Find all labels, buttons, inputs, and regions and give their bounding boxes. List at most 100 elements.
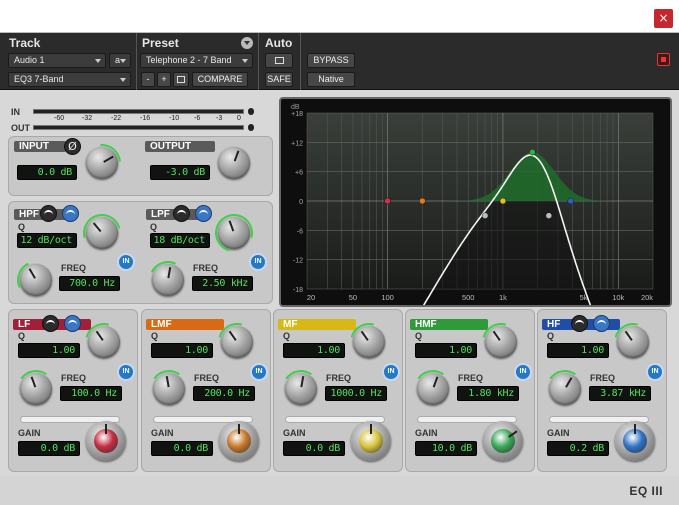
bypass-button[interactable]: BYPASS [307, 53, 355, 68]
lpf-freq-knob[interactable] [143, 255, 193, 305]
hf-in-button[interactable]: IN [646, 363, 664, 381]
lf-in-button[interactable]: IN [117, 363, 135, 381]
freq-tick-label: 100 [381, 293, 394, 302]
lmf-freq-label: FREQ [194, 373, 220, 383]
lmf-q-label: Q [151, 331, 159, 341]
lpf-slope-knob[interactable] [208, 207, 260, 259]
lf-q-label: Q [18, 331, 26, 341]
lmf-gain-display[interactable]: 0.0 dB [151, 441, 213, 456]
hmf-gain-display[interactable]: 10.0 dB [415, 441, 477, 456]
db-tick-label: +12 [291, 140, 303, 147]
track-group-selector[interactable]: a [109, 53, 131, 68]
mf-gain-label: GAIN [283, 428, 306, 438]
lf-q-display[interactable]: 1.00 [18, 343, 80, 358]
output-gain-display[interactable]: -3.0 dB [150, 165, 210, 180]
preset-selector[interactable]: Telephone 2 - 7 Band [140, 53, 253, 68]
lf-shelf-type-button[interactable] [42, 315, 59, 332]
lf-gain-display[interactable]: 0.0 dB [18, 441, 80, 456]
hmf-q-knob[interactable] [475, 316, 527, 368]
divider [136, 33, 137, 90]
lf-peak-type-button[interactable] [64, 315, 81, 332]
previous-preset-button[interactable]: - [141, 72, 155, 87]
meter-tick: -10 [169, 115, 180, 122]
hpf-enable-button[interactable] [40, 205, 57, 222]
freq-tick-label: 1k [499, 293, 507, 302]
hf-freq-knob[interactable] [542, 366, 588, 412]
hf-freq-label: FREQ [590, 373, 616, 383]
mf-freq-knob[interactable] [278, 366, 324, 412]
lf-freq-knob[interactable] [13, 366, 59, 412]
hpf-slope-knob[interactable] [76, 207, 128, 259]
freq-tick-labels: 20 50 100 500 1k 5k 10k 20k [307, 293, 653, 302]
hf-q-knob[interactable] [607, 316, 659, 368]
lmf-in-button[interactable]: IN [250, 363, 268, 381]
input-gain-display[interactable]: 0.0 dB [17, 165, 77, 180]
hmf-gain-label: GAIN [415, 428, 438, 438]
hpf-in-button[interactable]: IN [117, 253, 135, 271]
hmf-freq-knob[interactable] [410, 366, 456, 412]
band-label-lmf: LMF [146, 319, 224, 330]
hf-freq-display[interactable]: 3.87 kHz [589, 386, 651, 401]
db-tick-label: -12 [293, 258, 303, 265]
hf-q-display[interactable]: 1.00 [547, 343, 609, 358]
plugin-power-icon[interactable] [657, 53, 670, 66]
lf-gain-knob[interactable] [86, 421, 126, 461]
hpf-slope-display[interactable]: 12 dB/oct [17, 233, 77, 248]
meter-tick: -60 [54, 115, 65, 122]
mf-gain-knob[interactable] [351, 421, 391, 461]
lmf-freq-knob[interactable] [146, 366, 192, 412]
meter-tick: -22 [111, 115, 122, 122]
hf-q-label: Q [547, 331, 555, 341]
input-gain-knob[interactable] [75, 136, 129, 190]
hpf-freq-display[interactable]: 700.0 Hz [59, 276, 120, 291]
lf-q-knob[interactable] [78, 316, 130, 368]
hf-gain-display[interactable]: 0.2 dB [547, 441, 609, 456]
lpf-slope-display[interactable]: 18 dB/oct [150, 233, 210, 248]
lpf-slope-icon[interactable] [195, 205, 212, 222]
freq-tick-label: 10k [612, 293, 624, 302]
hpf-slope-icon[interactable] [62, 205, 79, 222]
preset-menu-icon[interactable] [241, 37, 253, 49]
hmf-q-display[interactable]: 1.00 [415, 343, 477, 358]
plugin-insert-selector[interactable]: EQ3 7-Band [8, 72, 131, 87]
hmf-gain-knob[interactable] [483, 421, 523, 461]
compare-button[interactable]: COMPARE [192, 72, 248, 87]
hpf-freq-knob[interactable] [11, 255, 61, 305]
automation-button[interactable] [265, 53, 293, 68]
lmf-q-display[interactable]: 1.00 [151, 343, 213, 358]
mf-freq-display[interactable]: 1000.0 Hz [325, 386, 387, 401]
mf-in-button[interactable]: IN [382, 363, 400, 381]
phase-invert-button[interactable]: Ø [64, 138, 81, 155]
output-gain-knob[interactable] [218, 147, 250, 179]
eq-curve-display[interactable]: +18 +12 +6 0 -6 -12 -18 20 50 100 500 1k 5k 10k 20k d… [279, 97, 672, 307]
lmf-freq-display[interactable]: 200.0 Hz [193, 386, 255, 401]
mf-q-knob[interactable] [343, 316, 395, 368]
input-clip-indicator[interactable] [248, 108, 254, 115]
meter-tick: 0 [237, 115, 241, 122]
divider [300, 33, 301, 90]
output-clip-indicator[interactable] [248, 124, 254, 131]
hf-shelf-type-button[interactable] [571, 315, 588, 332]
track-selector[interactable]: Audio 1 [8, 53, 106, 68]
lmf-q-knob[interactable] [211, 316, 263, 368]
lpf-q-label: Q [150, 222, 158, 232]
close-button[interactable]: × [654, 9, 673, 28]
hmf-q-label: Q [415, 331, 423, 341]
in-meter-label: IN [11, 107, 20, 117]
hf-peak-type-button[interactable] [593, 315, 610, 332]
lpf-enable-button[interactable] [173, 205, 190, 222]
preset-library-button[interactable] [173, 72, 189, 87]
lmf-gain-knob[interactable] [219, 421, 259, 461]
hmf-freq-display[interactable]: 1.80 kHz [457, 386, 519, 401]
hf-gain-knob[interactable] [615, 421, 655, 461]
lf-freq-display[interactable]: 100.0 Hz [60, 386, 122, 401]
mf-gain-display[interactable]: 0.0 dB [283, 441, 345, 456]
lpf-in-button[interactable]: IN [249, 253, 267, 271]
next-preset-button[interactable]: + [157, 72, 171, 87]
safe-button[interactable]: SAFE [265, 72, 293, 87]
hmf-in-button[interactable]: IN [514, 363, 532, 381]
mf-q-display[interactable]: 1.00 [283, 343, 345, 358]
phase-icon: Ø [68, 140, 77, 153]
library-icon [177, 76, 185, 83]
lpf-freq-display[interactable]: 2.50 kHz [192, 276, 253, 291]
